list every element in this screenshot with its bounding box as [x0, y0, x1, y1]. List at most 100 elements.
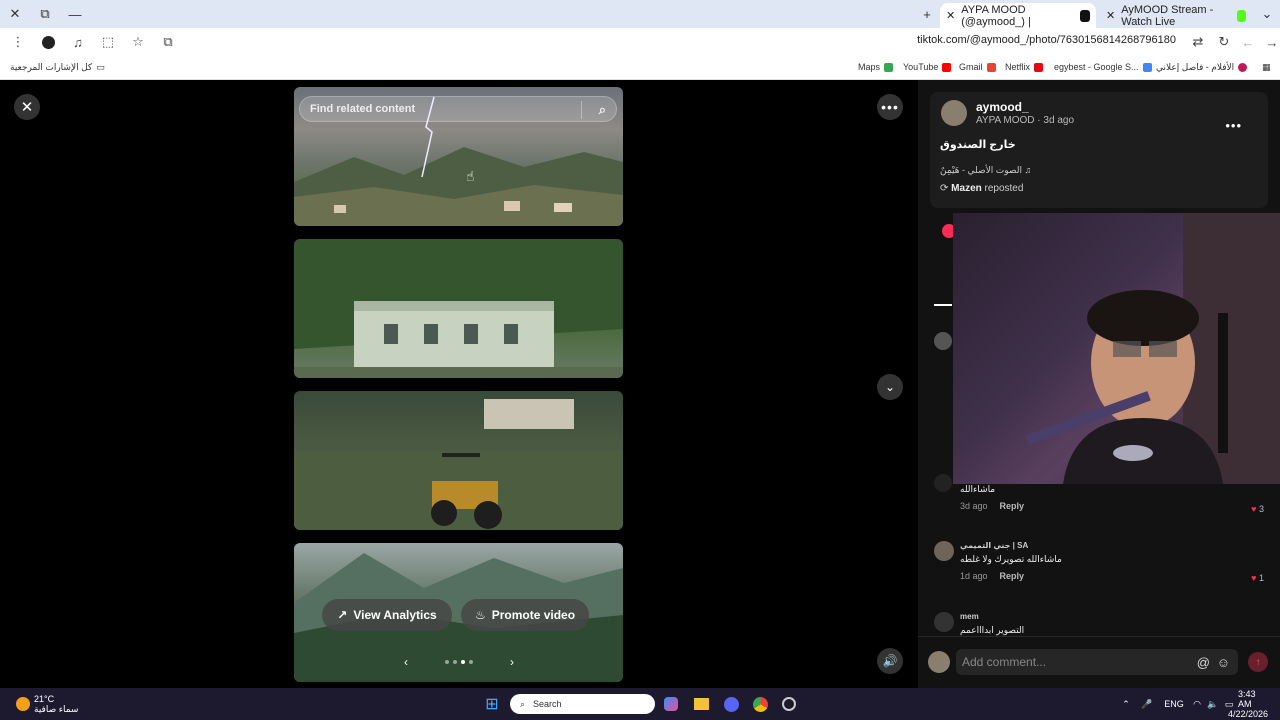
- bookmark-label: egybest - Google S...: [1054, 62, 1139, 72]
- comment-like[interactable]: ♥ 3: [1251, 504, 1264, 514]
- photo-viewer: ✕ ••• ⌄ 🔊 Find related content ⌕ ↗ View …: [0, 80, 918, 688]
- repost-user[interactable]: Mazen: [951, 183, 982, 194]
- carousel-dot[interactable]: [445, 660, 449, 664]
- promote-video-button[interactable]: ♨ Promote video: [461, 599, 589, 631]
- reply-button[interactable]: Reply: [1000, 501, 1025, 511]
- commenter-avatar[interactable]: [934, 474, 952, 492]
- promote-video-label: Promote video: [491, 608, 576, 622]
- emoji-icon[interactable]: ☺: [1217, 655, 1230, 670]
- author-avatar[interactable]: [941, 100, 967, 126]
- app-icon[interactable]: [780, 694, 798, 714]
- weather-icon[interactable]: [14, 694, 32, 714]
- file-explorer-icon[interactable]: [692, 694, 710, 714]
- folder-icon: ▭: [96, 62, 105, 72]
- more-options-icon[interactable]: •••: [877, 94, 903, 120]
- apps-grid-icon[interactable]: ▦: [1262, 62, 1271, 73]
- media-control-icon[interactable]: ♫: [66, 30, 90, 54]
- bookmark-maps[interactable]: Maps: [858, 62, 894, 72]
- extensions-icon[interactable]: ⬚: [96, 30, 120, 54]
- close-icon[interactable]: ✕: [14, 94, 40, 120]
- chevron-left-icon[interactable]: ‹: [404, 655, 408, 669]
- discord-icon[interactable]: [722, 694, 740, 714]
- microphone-icon[interactable]: 🎤: [1140, 694, 1154, 714]
- site-settings-icon[interactable]: ⇄: [1186, 30, 1210, 54]
- profile-icon[interactable]: [36, 30, 60, 54]
- webcam-overlay: [953, 213, 1280, 484]
- taskbar-search[interactable]: ⌕ Search: [510, 694, 655, 714]
- forward-icon[interactable]: →: [1260, 30, 1280, 54]
- repost-icon: ⟳: [940, 183, 949, 194]
- chevron-down-icon[interactable]: ⌄: [877, 374, 903, 400]
- chrome-icon[interactable]: [751, 694, 769, 714]
- comment-text: ماشاءالله: [960, 484, 996, 494]
- carousel-dots: [445, 660, 473, 664]
- bookmark-youtube[interactable]: YouTube: [903, 62, 952, 72]
- volume-icon[interactable]: 🔊: [877, 648, 903, 674]
- carousel-dot[interactable]: [469, 660, 473, 664]
- bookmark-netflix[interactable]: Netflix: [1005, 62, 1044, 72]
- like-count: 3: [1258, 504, 1264, 514]
- more-options-icon[interactable]: •••: [1225, 118, 1242, 133]
- tab-underline: [934, 304, 952, 306]
- close-window-icon[interactable]: ✕: [0, 0, 30, 28]
- author-username[interactable]: aymood_: [976, 100, 1029, 114]
- my-avatar: [928, 651, 950, 673]
- clock-time: 3:43 AM: [1238, 689, 1256, 709]
- tab-close-icon[interactable]: ✕: [1106, 9, 1115, 22]
- youtube-icon: [942, 62, 952, 72]
- language-indicator[interactable]: ENG: [1163, 694, 1185, 714]
- carousel-dot-active[interactable]: [461, 660, 465, 664]
- chevron-right-icon[interactable]: ›: [510, 655, 514, 669]
- heart-icon: ♥: [1251, 504, 1257, 514]
- tab-list-chevron-icon[interactable]: ⌄: [1252, 0, 1280, 28]
- post-sound[interactable]: الصوت الأصلي - هَيْمِنٌ ♫: [940, 165, 1031, 176]
- bookmark-label: الأفلام - فاصل إعلاني: [1156, 62, 1235, 72]
- find-related-search-input[interactable]: Find related content ⌕: [299, 96, 617, 122]
- bookmark-star-icon[interactable]: ☆: [126, 30, 150, 54]
- back-icon[interactable]: ←: [1236, 30, 1260, 54]
- system-clock[interactable]: 3:43 AM 4/22/2026: [1228, 689, 1268, 719]
- send-arrow-icon[interactable]: ↑: [1248, 652, 1268, 672]
- comment-input[interactable]: Add comment... @ ☺: [956, 649, 1238, 675]
- commenter-avatar[interactable]: [934, 612, 954, 632]
- chevron-up-icon[interactable]: ⌃: [1120, 694, 1132, 714]
- commenter-avatar[interactable]: [934, 332, 952, 350]
- repost-label: reposted: [984, 183, 1024, 194]
- comment-user[interactable]: mem: [960, 612, 1274, 621]
- address-bar[interactable]: tiktok.com/@aymood_/photo/76301568142687…: [917, 34, 1176, 46]
- carousel-dot[interactable]: [453, 660, 457, 664]
- reload-icon[interactable]: ↻: [1212, 30, 1236, 54]
- copilot-icon[interactable]: [662, 694, 680, 714]
- weather-widget[interactable]: 21°C سماء صافية: [34, 694, 78, 714]
- comment-like[interactable]: ♥ 1: [1251, 573, 1264, 583]
- comment-user[interactable]: جني التميمي | SA: [960, 541, 1274, 550]
- reply-button[interactable]: Reply: [1000, 571, 1025, 581]
- search-icon[interactable]: ⌕: [599, 102, 606, 118]
- minimize-window-icon[interactable]: —: [60, 0, 90, 28]
- windows-start-icon[interactable]: ⊞: [482, 694, 502, 714]
- google-icon: [1142, 62, 1152, 72]
- all-bookmarks[interactable]: كل الإشارات المرجعية ▭: [10, 62, 105, 73]
- tab-close-icon[interactable]: ✕: [946, 9, 955, 22]
- photo-green-mountain-house[interactable]: [294, 239, 623, 378]
- bookmark-gmail[interactable]: Gmail: [959, 62, 996, 72]
- browser-tab-bar: ✕ ⧉ — + ✕ AYPA MOOD (@aymood_) | ✕ AyMOO…: [0, 0, 1280, 28]
- mention-icon[interactable]: @: [1197, 655, 1210, 670]
- new-tab-icon[interactable]: +: [912, 0, 942, 28]
- bookmark-aflam[interactable]: الأفلام - فاصل إعلاني: [1156, 62, 1248, 73]
- photo-green-mountain-house-art: [294, 239, 623, 378]
- tab-label: AYPA MOOD (@aymood_) |: [961, 3, 1031, 28]
- photo-tractor-field[interactable]: [294, 391, 623, 530]
- restore-window-icon[interactable]: ⧉: [30, 0, 60, 28]
- view-analytics-button[interactable]: ↗ View Analytics: [322, 599, 452, 631]
- screenshot-icon[interactable]: ⧉: [156, 30, 180, 54]
- bookmark-egybest[interactable]: egybest - Google S...: [1054, 62, 1152, 72]
- bookmark-label: Netflix: [1005, 62, 1031, 72]
- wifi-icon[interactable]: ◠: [1190, 694, 1204, 714]
- tab-aymood-stream[interactable]: ✕ AyMOOD Stream - Watch Live: [1100, 3, 1252, 28]
- commenter-avatar[interactable]: [934, 541, 954, 561]
- speaker-icon[interactable]: 🔈: [1206, 694, 1220, 714]
- tab-aypa-mood[interactable]: ✕ AYPA MOOD (@aymood_) |: [940, 3, 1096, 28]
- post-caption: خارج الصندوق: [940, 139, 1016, 151]
- menu-icon[interactable]: ⋮: [6, 30, 30, 54]
